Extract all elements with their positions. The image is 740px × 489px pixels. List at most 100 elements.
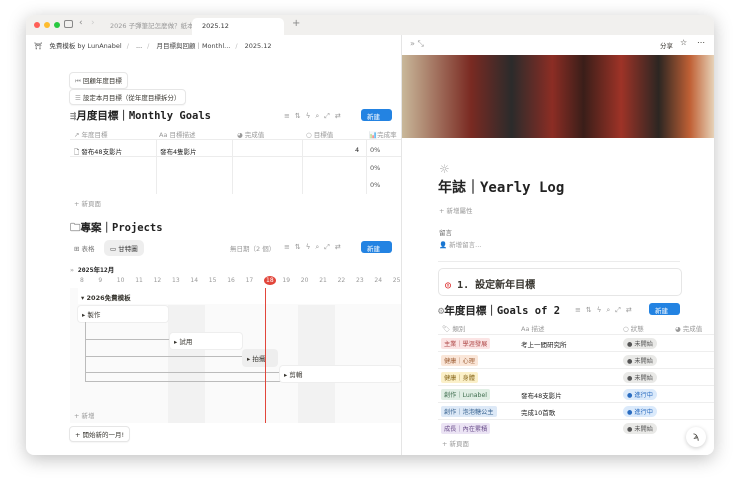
db-toolbar-icons[interactable]: ≡⇅ϟ⌕⤢⇄ bbox=[284, 112, 346, 121]
gantt-item[interactable]: ▸ 製作 bbox=[78, 306, 168, 322]
projects-new-button[interactable]: 新建 ⌄ bbox=[361, 241, 392, 261]
workspace-icon: ⛩ bbox=[34, 42, 43, 50]
column-header[interactable]: ↗ 年度目標 bbox=[74, 129, 108, 139]
gantt-day: 11 bbox=[135, 277, 143, 284]
completion-rate: 0% bbox=[370, 164, 381, 172]
status-badge[interactable]: ● 未開始 bbox=[623, 338, 657, 349]
table-row[interactable]: 主業｜學涯發展 考上一間研究所 ● 未開始 bbox=[438, 334, 714, 351]
close-window-button[interactable] bbox=[34, 22, 40, 28]
gantt-day: 15 bbox=[208, 277, 217, 284]
goals-new-button[interactable]: 新建 ⌄ bbox=[649, 303, 680, 323]
goal-description[interactable]: 發布48支影片 bbox=[521, 390, 562, 400]
status-badge[interactable]: ● 未開始 bbox=[623, 355, 657, 366]
status-badge[interactable]: ● 進行中 bbox=[623, 406, 657, 417]
add-page-button[interactable]: + 新頁面 bbox=[74, 198, 101, 208]
today-line bbox=[265, 288, 266, 423]
goal-description[interactable]: 發布4隻影片 bbox=[160, 146, 197, 156]
gantt-item[interactable]: ▸ 拍攝 bbox=[243, 350, 277, 366]
breadcrumb-item[interactable]: 月目標與回顧｜Monthl... bbox=[156, 42, 230, 50]
new-tab-button[interactable]: + bbox=[292, 18, 300, 29]
set-monthly-goals-button[interactable]: ☰ 設定本月目標（從年度目標拆分） bbox=[69, 89, 187, 105]
monthly-goals-title: ⇶月度目標｜Monthly Goals bbox=[70, 110, 212, 122]
gantt-day: 21 bbox=[319, 277, 327, 284]
table-row[interactable]: 創作｜泡泡糖公主 完成10首歌 ● 進行中 bbox=[438, 402, 714, 419]
breadcrumb-item[interactable]: ... bbox=[136, 42, 142, 50]
review-yearly-goals-button[interactable]: ⏮ 回顧年度目標 bbox=[69, 72, 128, 89]
column-header[interactable]: ○ 目標值 bbox=[306, 129, 333, 139]
start-new-month-button[interactable]: + 開始新的一月! bbox=[69, 426, 131, 442]
gantt-day: 18 bbox=[264, 276, 276, 285]
breadcrumb: ⛩ 免費模板 by LunAnabel / ... / 月目標與回顧｜Monthl.… bbox=[34, 42, 272, 50]
db-toolbar-icons[interactable]: ≡⇅ϟ⌕⤢⇄ bbox=[284, 243, 346, 252]
breadcrumb-item[interactable]: 免費模板 by LunAnabel bbox=[49, 42, 121, 50]
gantt-item[interactable]: ▸ 剪輯 bbox=[280, 366, 401, 382]
goal-description[interactable]: 完成10首歌 bbox=[521, 407, 555, 417]
column-header[interactable]: Aa 描述 bbox=[521, 323, 545, 333]
table-row[interactable]: 創作｜Lunabel 發布48支影片 ● 進行中 bbox=[438, 385, 714, 402]
minimize-window-button[interactable] bbox=[44, 22, 50, 28]
add-property-button[interactable]: + 新增屬性 bbox=[439, 205, 473, 215]
gantt-add-button[interactable]: + 新增 bbox=[74, 410, 95, 420]
back-icon[interactable]: ‹ bbox=[79, 18, 83, 28]
view-tab-table[interactable]: ⊞ 表格 bbox=[74, 243, 95, 253]
sidebar-toggle-icon[interactable] bbox=[64, 20, 73, 28]
completion-rate: 0% bbox=[370, 181, 381, 189]
monthly-new-button[interactable]: 新建 ⌄ bbox=[361, 109, 392, 129]
db-toolbar-icons[interactable]: ≡⇅ϟ⌕⤢⇄ bbox=[575, 306, 637, 315]
category-tag: 健康｜心理 bbox=[441, 355, 478, 366]
category-tag: 創作｜Lunabel bbox=[441, 389, 490, 400]
gantt-day: 25 bbox=[392, 277, 401, 284]
comment-input[interactable]: 👤 新增留言... bbox=[439, 239, 481, 249]
table-row[interactable]: 健康｜心理 ● 未開始 bbox=[438, 351, 714, 368]
gantt-day: 9 bbox=[98, 277, 103, 284]
status-badge[interactable]: ● 未開始 bbox=[623, 423, 657, 434]
gantt-day: 23 bbox=[356, 277, 364, 284]
more-icon[interactable]: ⋯ bbox=[697, 38, 705, 47]
table-row[interactable]: 健康｜身體 ● 未開始 bbox=[438, 368, 714, 385]
gantt-day: 16 bbox=[227, 277, 235, 284]
target-value[interactable]: 4 bbox=[355, 146, 359, 154]
maximize-window-button[interactable] bbox=[54, 22, 60, 28]
help-assistant-button[interactable]: ϡ bbox=[686, 427, 706, 447]
status-badge[interactable]: ● 進行中 bbox=[623, 389, 657, 400]
gantt-day: 14 bbox=[190, 277, 199, 284]
callout-set-goals: ◎ 1. 設定新年目標 bbox=[438, 268, 682, 296]
gantt-month: » 2025年12月 bbox=[70, 266, 115, 274]
column-header[interactable]: ◕ 完成值 bbox=[675, 323, 702, 333]
column-header[interactable]: 🏷 類別 bbox=[442, 323, 465, 333]
column-header[interactable]: ○ 狀態 bbox=[623, 323, 644, 333]
page-title[interactable]: 年誌｜Yearly Log bbox=[438, 177, 564, 197]
share-button[interactable]: 分享 bbox=[660, 40, 673, 50]
favorite-star-icon[interactable]: ☆ bbox=[680, 38, 687, 47]
page-icon[interactable]: ☼ bbox=[439, 162, 450, 176]
category-tag: 成長｜內在累積 bbox=[441, 423, 491, 434]
close-peek-icon[interactable]: » ⤡ bbox=[410, 39, 424, 49]
goal-description[interactable]: 考上一間研究所 bbox=[521, 339, 567, 349]
side-peek-panel: » ⤡ 分享 ☆ ⋯ ☼ 年誌｜Yearly Log + 新增屬性 留言 👤 新… bbox=[401, 35, 714, 455]
add-page-button[interactable]: + 新頁面 bbox=[442, 438, 469, 448]
column-header[interactable]: 📊完成率 bbox=[369, 129, 397, 139]
column-header[interactable]: ◕ 完成值 bbox=[237, 129, 264, 139]
breadcrumb-item[interactable]: 2025.12 bbox=[245, 42, 272, 50]
gantt-day: 17 bbox=[245, 277, 254, 284]
cover-image[interactable] bbox=[402, 55, 714, 138]
title-bar: ‹ › 2026 子彈筆記怎麼做？紙本 2025.12 + bbox=[26, 15, 714, 35]
table-row[interactable]: 🗋 發布48支影片 bbox=[74, 146, 122, 159]
status-badge[interactable]: ● 未開始 bbox=[623, 372, 657, 383]
gantt-day: 19 bbox=[282, 277, 291, 284]
no-date-button[interactable]: 無日期（2 個） bbox=[230, 243, 275, 253]
gantt-day: 13 bbox=[172, 277, 180, 284]
completion-rate: 0% bbox=[370, 146, 381, 154]
gantt-item[interactable]: ▸ 試用 bbox=[170, 333, 242, 349]
gantt-group[interactable]: ▾ 2026免費模板 bbox=[78, 288, 401, 304]
forward-icon[interactable]: › bbox=[91, 18, 95, 28]
yearly-goals-title: ⚙年度目標｜Goals of 2 bbox=[438, 305, 561, 317]
gantt-day: 8 bbox=[80, 277, 84, 284]
comments-label: 留言 bbox=[439, 229, 452, 237]
table-row[interactable]: 成長｜內在累積 ● 未開始 bbox=[438, 419, 714, 436]
view-tab-gantt[interactable]: ▭ 甘特圖 bbox=[104, 240, 144, 256]
column-header[interactable]: Aa 目標描述 bbox=[159, 129, 196, 139]
gantt-body: ▾ 2026免費模板 ▸ 製作 ▸ 試用 ▸ 拍攝 ▸ 剪輯 + 新增 bbox=[70, 288, 401, 423]
tab-bullet-journal[interactable]: 2026 子彈筆記怎麼做？紙本 bbox=[100, 18, 204, 35]
tab-2025-12[interactable]: 2025.12 bbox=[192, 18, 284, 35]
